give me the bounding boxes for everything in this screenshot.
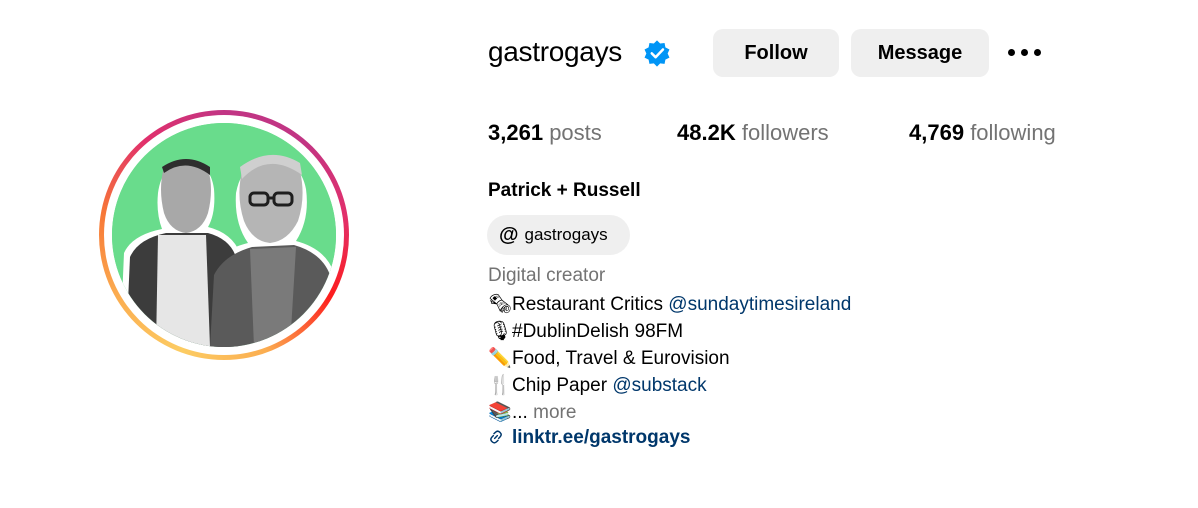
message-button[interactable]: Message [851,29,989,77]
following-label: following [970,120,1056,145]
followers-label: followers [741,120,829,145]
bio-text: ... [512,402,528,423]
external-link[interactable]: linktr.ee/gastrogays [488,427,690,449]
avatar[interactable] [112,123,336,347]
dot [1034,49,1041,56]
full-name: Patrick + Russell [488,180,641,201]
newspaper-icon: 🗞 [488,294,513,315]
fork-knife-icon: 🍴 [488,375,512,396]
link-text: linktr.ee/gastrogays [512,427,691,448]
username: gastrogays [488,36,622,67]
following-count: 4,769 [909,120,965,145]
bio-text: Chip Paper [512,375,613,396]
follow-button[interactable]: Follow [713,29,839,77]
threads-icon: @ [499,223,519,246]
bio-text: Restaurant Critics [512,294,669,315]
bio-more-link[interactable]: more [533,402,576,423]
followers-count: 48.2K [677,120,736,145]
posts-label: posts [549,120,602,145]
posts-count: 3,261 [488,120,544,145]
avatar-border [104,115,344,355]
bio-line: 🎙#DublinDelish 98FM [488,319,683,343]
more-options-icon[interactable] [1008,44,1042,62]
bio-text: Food, Travel & Eurovision [512,348,730,369]
link-icon [488,427,512,449]
threads-handle: gastrogays [524,225,608,244]
dot [1008,49,1015,56]
pencil-icon: ✏️ [488,348,512,369]
mention-link[interactable]: @substack [612,375,706,396]
category-label: Digital creator [488,265,606,286]
profile-photo [112,123,336,347]
verified-badge-icon [644,40,670,67]
posts-stat: 3,261 posts [488,120,602,146]
followers-stat[interactable]: 48.2K followers [677,120,829,146]
bio-line: 📚... more [488,400,576,424]
threads-badge[interactable]: @ gastrogays [487,215,630,255]
mention-link[interactable]: @sundaytimesireland [668,294,851,315]
story-ring[interactable] [99,110,349,360]
bio-line: ✏️Food, Travel & Eurovision [488,346,730,370]
following-stat[interactable]: 4,769 following [909,120,1056,146]
books-icon: 📚 [488,402,512,423]
microphone-icon: 🎙 [488,321,513,342]
bio-text: #DublinDelish 98FM [512,321,684,342]
bio-line: 🍴Chip Paper @substack [488,373,707,397]
dot [1021,49,1028,56]
bio-line: 🗞Restaurant Critics @sundaytimesireland [488,292,851,316]
